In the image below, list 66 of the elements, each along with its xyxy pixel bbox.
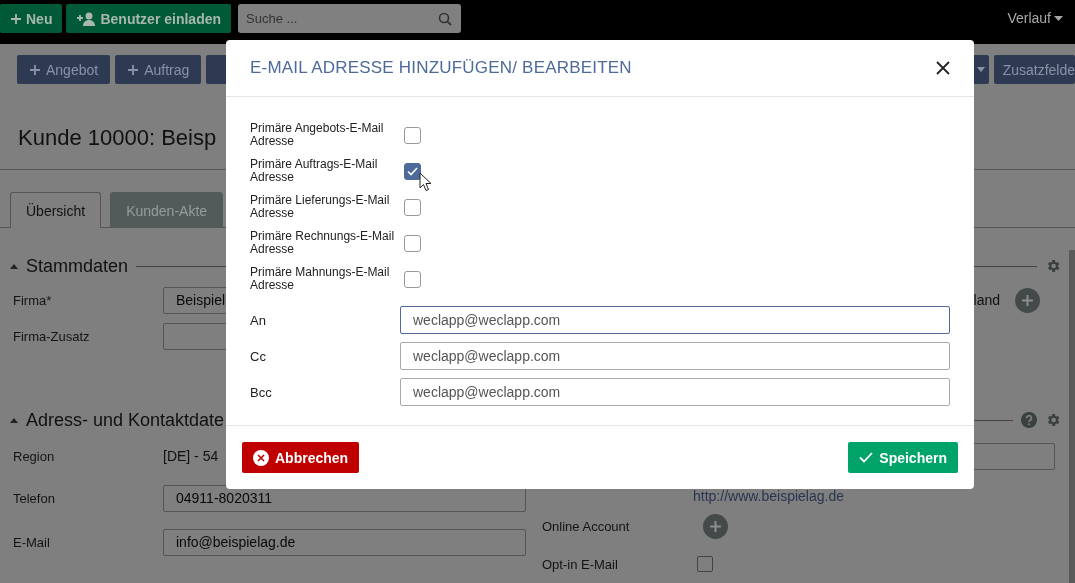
field-label: Online Account xyxy=(542,518,631,534)
field-label: Firma-Zusatz xyxy=(13,328,91,344)
check-icon xyxy=(407,167,418,176)
tab[interactable]: Kunden-Akte xyxy=(110,192,224,228)
toolbar-button[interactable]: Auftrag xyxy=(115,55,202,84)
cancel-button[interactable]: Abbrechen xyxy=(242,442,360,473)
plus-icon xyxy=(709,519,722,533)
close-circle-icon xyxy=(253,449,269,466)
toolbar-button[interactable]: Angebot xyxy=(17,55,111,84)
checkbox-label: Primäre Lieferungs-E-Mail Adresse xyxy=(250,194,391,222)
text-field[interactable]: info@beispielag.de xyxy=(163,528,526,556)
email-field[interactable]: weclapp@weclapp.com xyxy=(400,342,950,370)
checkbox-label: Primäre Angebots-E-Mail Adresse xyxy=(250,122,385,150)
checkbox[interactable] xyxy=(404,127,421,144)
save-button[interactable]: Speichern xyxy=(848,442,958,473)
checkbox[interactable] xyxy=(404,199,421,216)
page-title: Kunde 10000: Beisp xyxy=(18,125,217,151)
history-menu[interactable]: Verlauf xyxy=(1007,10,1063,26)
plus-icon xyxy=(29,63,41,76)
new-button[interactable]: Neu xyxy=(0,4,63,33)
mouse-pointer-icon xyxy=(419,172,432,192)
checkbox[interactable] xyxy=(697,556,713,572)
checkbox-label: Primäre Mahnungs-E-Mail Adresse xyxy=(250,266,391,294)
caret-icon xyxy=(1054,15,1063,21)
tab[interactable]: Übersicht xyxy=(10,192,102,228)
plus-icon xyxy=(1021,293,1034,307)
field-label: Region xyxy=(13,448,56,464)
checkbox[interactable] xyxy=(404,235,421,252)
caret-icon xyxy=(976,67,985,72)
website-link[interactable]: http://www.beispielag.de xyxy=(693,488,844,504)
search-field[interactable]: Suche ... xyxy=(238,4,462,33)
add-button[interactable] xyxy=(1015,287,1040,313)
invite-user-button[interactable]: Benutzer einladen xyxy=(66,4,232,33)
settings-icon[interactable] xyxy=(1045,258,1061,274)
field-label: E-Mail xyxy=(13,534,51,550)
checkbox-label: Primäre Auftrags-E-Mail Adresse xyxy=(250,158,379,186)
user-plus-icon xyxy=(76,11,97,26)
scrollbar[interactable] xyxy=(1069,250,1075,583)
collapse-caret-icon[interactable] xyxy=(10,417,18,423)
dialog-title: E-MAIL ADRESSE HINZUFÜGEN/ BEARBEITEN xyxy=(250,58,632,78)
email-field[interactable]: weclapp@weclapp.com xyxy=(400,378,950,406)
help-icon[interactable] xyxy=(1021,412,1037,428)
plus-icon xyxy=(10,12,22,25)
checkbox[interactable] xyxy=(404,271,421,288)
checkbox[interactable] xyxy=(404,163,421,180)
checkbox-label: Primäre Rechnungs-E-Mail Adresse xyxy=(250,230,396,258)
settings-icon[interactable] xyxy=(1045,412,1061,428)
field-label: Telefon xyxy=(13,490,56,506)
check-icon xyxy=(859,452,874,463)
section-title: Adress- und Kontaktdate xyxy=(26,409,225,431)
field-label: Bcc xyxy=(250,384,273,400)
email-field[interactable]: weclapp@weclapp.com xyxy=(400,306,950,334)
search-icon[interactable] xyxy=(438,12,453,26)
field-label: An xyxy=(250,312,267,328)
add-button[interactable] xyxy=(703,513,728,539)
field-label: Firma* xyxy=(13,292,53,308)
plus-icon xyxy=(127,63,140,76)
region-value: [DE] - 54 xyxy=(163,448,219,464)
collapse-caret-icon[interactable] xyxy=(10,263,18,269)
section-title: Stammdaten xyxy=(26,255,129,277)
close-button[interactable] xyxy=(936,61,950,75)
field-label: Opt-in E-Mail xyxy=(542,556,619,572)
close-icon xyxy=(936,61,950,75)
toolbar-button[interactable]: Zusatzfelde xyxy=(993,55,1075,84)
country-text: land xyxy=(973,292,1000,308)
field-label: Cc xyxy=(250,348,267,364)
